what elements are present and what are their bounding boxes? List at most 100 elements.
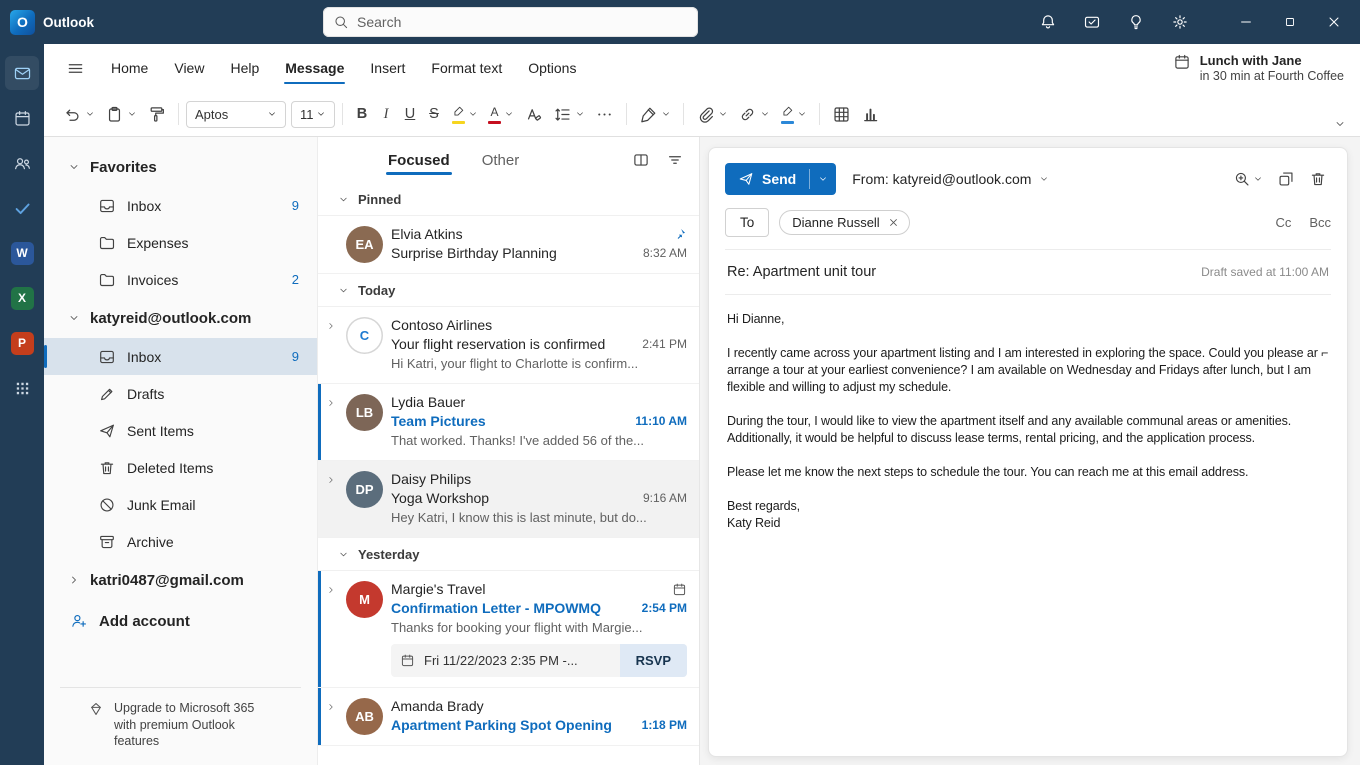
paste-button[interactable]: [100, 99, 142, 129]
expand-thread-button[interactable]: [324, 580, 338, 677]
people-icon: [13, 154, 32, 173]
send-options-button[interactable]: [810, 163, 836, 195]
cc-button[interactable]: Cc: [1275, 215, 1291, 230]
font-size-select[interactable]: 11: [291, 100, 335, 128]
line-spacing-icon: [553, 105, 572, 124]
folder-inbox[interactable]: Inbox 9: [44, 338, 317, 375]
ribbon-tab-format-text[interactable]: Format text: [421, 53, 512, 83]
undo-button[interactable]: [58, 99, 100, 129]
rail-to-do-button[interactable]: [5, 191, 39, 225]
rail-powerpoint-button[interactable]: P: [5, 326, 39, 360]
recipient-chip[interactable]: Dianne Russell: [779, 210, 910, 235]
insert-table-button[interactable]: [827, 99, 856, 129]
pen-tools-button[interactable]: [634, 99, 676, 129]
message-item[interactable]: AB Amanda Brady Apartment Parking Spot Ope…: [318, 688, 699, 746]
window-maximize-button[interactable]: [1268, 0, 1312, 44]
filter-button[interactable]: [663, 148, 687, 172]
format-painter-button[interactable]: [142, 99, 171, 129]
view-settings-button[interactable]: [629, 148, 653, 172]
to-button[interactable]: To: [725, 208, 770, 237]
chevron-down-icon: [797, 109, 807, 119]
folder-expenses[interactable]: Expenses: [44, 224, 317, 261]
underline-button[interactable]: U: [398, 99, 422, 129]
expand-thread-button[interactable]: [324, 697, 338, 735]
folder-junk-email[interactable]: Junk Email: [44, 486, 317, 523]
folder-section-katyreid-outlook-com[interactable]: katyreid@outlook.com: [44, 298, 317, 338]
search-box[interactable]: [323, 7, 698, 37]
collapse-ribbon-button[interactable]: [1334, 118, 1346, 130]
tab-other[interactable]: Other: [480, 143, 522, 178]
ribbon-tab-view[interactable]: View: [164, 53, 214, 83]
tips-button[interactable]: [1114, 0, 1158, 44]
rail-calendar-button[interactable]: [5, 101, 39, 135]
upgrade-promo[interactable]: Upgrade to Microsoft 365 with premium Ou…: [44, 698, 317, 765]
group-header-yesterday[interactable]: Yesterday: [318, 538, 699, 571]
tab-focused[interactable]: Focused: [386, 143, 452, 178]
message-body-editor[interactable]: Hi Dianne, I recently came across your ap…: [725, 295, 1331, 756]
folder-invoices[interactable]: Invoices 2: [44, 261, 317, 298]
message-time: 8:32 AM: [642, 246, 687, 260]
rail-mail-button[interactable]: [5, 56, 39, 90]
group-header-today[interactable]: Today: [318, 274, 699, 307]
ribbon-tab-message[interactable]: Message: [275, 53, 354, 84]
strikethrough-button[interactable]: S: [422, 99, 446, 129]
notifications-button[interactable]: [1026, 0, 1070, 44]
line-spacing-button[interactable]: [548, 99, 590, 129]
expand-thread-button[interactable]: [324, 316, 338, 373]
search-input[interactable]: [357, 14, 688, 30]
bcc-button[interactable]: Bcc: [1309, 215, 1331, 230]
folder-deleted-items[interactable]: Deleted Items: [44, 449, 317, 486]
highlight-color-button[interactable]: [446, 99, 483, 129]
group-header-pinned[interactable]: Pinned: [318, 183, 699, 216]
folder-section-favorites[interactable]: Favorites: [44, 147, 317, 187]
message-item[interactable]: C Contoso Airlines Your flight reservation…: [318, 307, 699, 384]
ribbon-tab-options[interactable]: Options: [518, 53, 586, 83]
ink-highlighter-button[interactable]: [775, 99, 812, 129]
insert-link-button[interactable]: [733, 99, 775, 129]
folder-drafts[interactable]: Drafts: [44, 375, 317, 412]
rail-apps-button[interactable]: [5, 371, 39, 405]
ribbon-tab-insert[interactable]: Insert: [360, 53, 415, 83]
remove-recipient-icon[interactable]: [887, 216, 900, 229]
insert-chart-button[interactable]: [856, 99, 885, 129]
folder-sent-items[interactable]: Sent Items: [44, 412, 317, 449]
message-time: 2:54 PM: [641, 601, 687, 615]
app-name: Outlook: [43, 14, 94, 30]
expand-thread-button[interactable]: [324, 470, 338, 527]
font-color-button[interactable]: A: [483, 99, 519, 129]
nav-menu-button[interactable]: [66, 59, 85, 78]
window-minimize-button[interactable]: [1224, 0, 1268, 44]
message-item[interactable]: EA Elvia Atkins Surprise Birthday Planning…: [318, 216, 699, 274]
discard-draft-button[interactable]: [1305, 166, 1331, 192]
clear-formatting-button[interactable]: [519, 99, 548, 129]
message-item[interactable]: M Margie's Travel Confirmation Letter - MP…: [318, 571, 699, 688]
rsvp-button[interactable]: RSVP: [619, 644, 687, 677]
more-formatting-button[interactable]: [590, 99, 619, 129]
subject-field[interactable]: Re: Apartment unit tour: [727, 264, 876, 280]
message-item[interactable]: DP Daisy Philips Yoga Workshop 9:16 AM Hey K…: [318, 461, 699, 538]
ribbon-tab-help[interactable]: Help: [220, 53, 269, 83]
meeting-reminder[interactable]: Lunch with Jane in 30 min at Fourth Coff…: [1173, 53, 1344, 83]
folder-archive[interactable]: Archive: [44, 523, 317, 560]
bold-button[interactable]: B: [350, 99, 374, 129]
ribbon-tab-home[interactable]: Home: [101, 53, 158, 83]
italic-button[interactable]: I: [374, 99, 398, 129]
rail-word-button[interactable]: W: [5, 236, 39, 270]
expand-thread-button[interactable]: [324, 393, 338, 450]
font-name-select[interactable]: Aptos: [186, 100, 286, 128]
send-button[interactable]: Send: [725, 163, 837, 195]
folder-section-katri0487-gmail-com[interactable]: katri0487@gmail.com: [44, 560, 317, 600]
rail-excel-button[interactable]: X: [5, 281, 39, 315]
folder-inbox[interactable]: Inbox 9: [44, 187, 317, 224]
settings-button[interactable]: [1158, 0, 1202, 44]
message-item[interactable]: LB Lydia Bauer Team Pictures 11:10 AM That w…: [318, 384, 699, 461]
from-selector[interactable]: From: katyreid@outlook.com: [852, 171, 1049, 187]
subject-row: Re: Apartment unit tour Draft saved at 1…: [725, 250, 1331, 294]
rail-people-button[interactable]: [5, 146, 39, 180]
add-account-button[interactable]: Add account: [44, 600, 317, 642]
window-close-button[interactable]: [1312, 0, 1356, 44]
open-new-window-button[interactable]: [1273, 166, 1299, 192]
whats-new-button[interactable]: [1070, 0, 1114, 44]
zoom-button[interactable]: [1229, 166, 1267, 192]
attach-file-button[interactable]: [691, 99, 733, 129]
